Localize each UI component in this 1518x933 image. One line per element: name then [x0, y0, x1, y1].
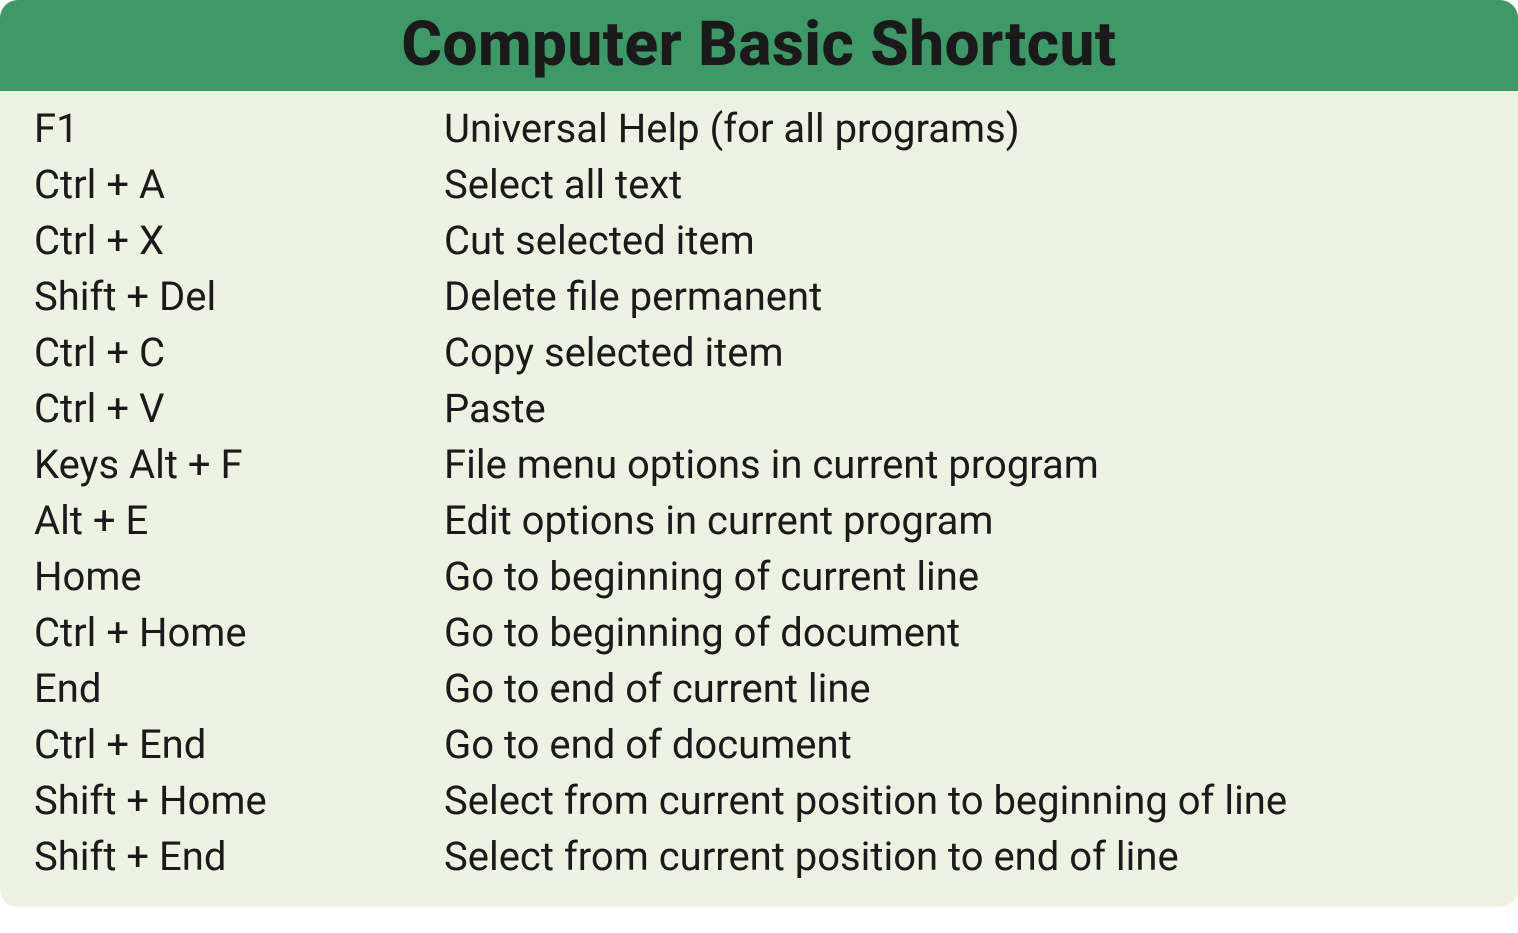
shortcut-key: Ctrl + V	[34, 385, 444, 432]
shortcut-key: Ctrl + C	[34, 329, 444, 376]
shortcut-key: Ctrl + A	[34, 161, 444, 208]
shortcut-key: Ctrl + Home	[34, 609, 444, 656]
shortcut-row: F1 Universal Help (for all programs)	[34, 105, 1484, 152]
shortcut-description: Select from current position to end of l…	[444, 833, 1484, 880]
shortcut-key: Shift + End	[34, 833, 444, 880]
shortcut-description: Paste	[444, 385, 1484, 432]
shortcut-description: Cut selected item	[444, 217, 1484, 264]
shortcut-key: F1	[34, 105, 444, 152]
shortcut-description: Select all text	[444, 161, 1484, 208]
card-header: Computer Basic Shortcut	[0, 0, 1518, 91]
shortcut-row: Shift + Home Select from current positio…	[34, 777, 1484, 824]
card-title: Computer Basic Shortcut	[0, 8, 1518, 81]
shortcut-row: Home Go to beginning of current line	[34, 553, 1484, 600]
shortcut-row: Ctrl + A Select all text	[34, 161, 1484, 208]
shortcut-key: End	[34, 665, 444, 712]
shortcut-key: Ctrl + X	[34, 217, 444, 264]
shortcut-row: End Go to end of current line	[34, 665, 1484, 712]
shortcut-description: File menu options in current program	[444, 441, 1484, 488]
shortcut-key: Home	[34, 553, 444, 600]
shortcut-description: Go to beginning of current line	[444, 553, 1484, 600]
shortcut-description: Select from current position to beginnin…	[444, 777, 1484, 824]
shortcut-row: Shift + Del Delete file permanent	[34, 273, 1484, 320]
shortcut-description: Delete file permanent	[444, 273, 1484, 320]
shortcut-row: Shift + End Select from current position…	[34, 833, 1484, 880]
shortcut-row: Ctrl + Home Go to beginning of document	[34, 609, 1484, 656]
shortcut-card: Computer Basic Shortcut F1 Universal Hel…	[0, 0, 1518, 907]
shortcut-description: Go to end of document	[444, 721, 1484, 768]
shortcut-description: Edit options in current program	[444, 497, 1484, 544]
shortcut-description: Go to end of current line	[444, 665, 1484, 712]
shortcut-key: Shift + Home	[34, 777, 444, 824]
shortcut-row: Keys Alt + F File menu options in curren…	[34, 441, 1484, 488]
shortcut-row: Alt + E Edit options in current program	[34, 497, 1484, 544]
shortcut-row: Ctrl + End Go to end of document	[34, 721, 1484, 768]
shortcut-row: Ctrl + X Cut selected item	[34, 217, 1484, 264]
shortcut-key: Shift + Del	[34, 273, 444, 320]
shortcut-key: Ctrl + End	[34, 721, 444, 768]
shortcut-row: Ctrl + C Copy selected item	[34, 329, 1484, 376]
shortcut-key: Keys Alt + F	[34, 441, 444, 488]
shortcut-description: Copy selected item	[444, 329, 1484, 376]
shortcut-description: Go to beginning of document	[444, 609, 1484, 656]
shortcut-key: Alt + E	[34, 497, 444, 544]
shortcut-description: Universal Help (for all programs)	[444, 105, 1484, 152]
shortcut-row: Ctrl + V Paste	[34, 385, 1484, 432]
shortcut-list: F1 Universal Help (for all programs) Ctr…	[0, 91, 1518, 907]
